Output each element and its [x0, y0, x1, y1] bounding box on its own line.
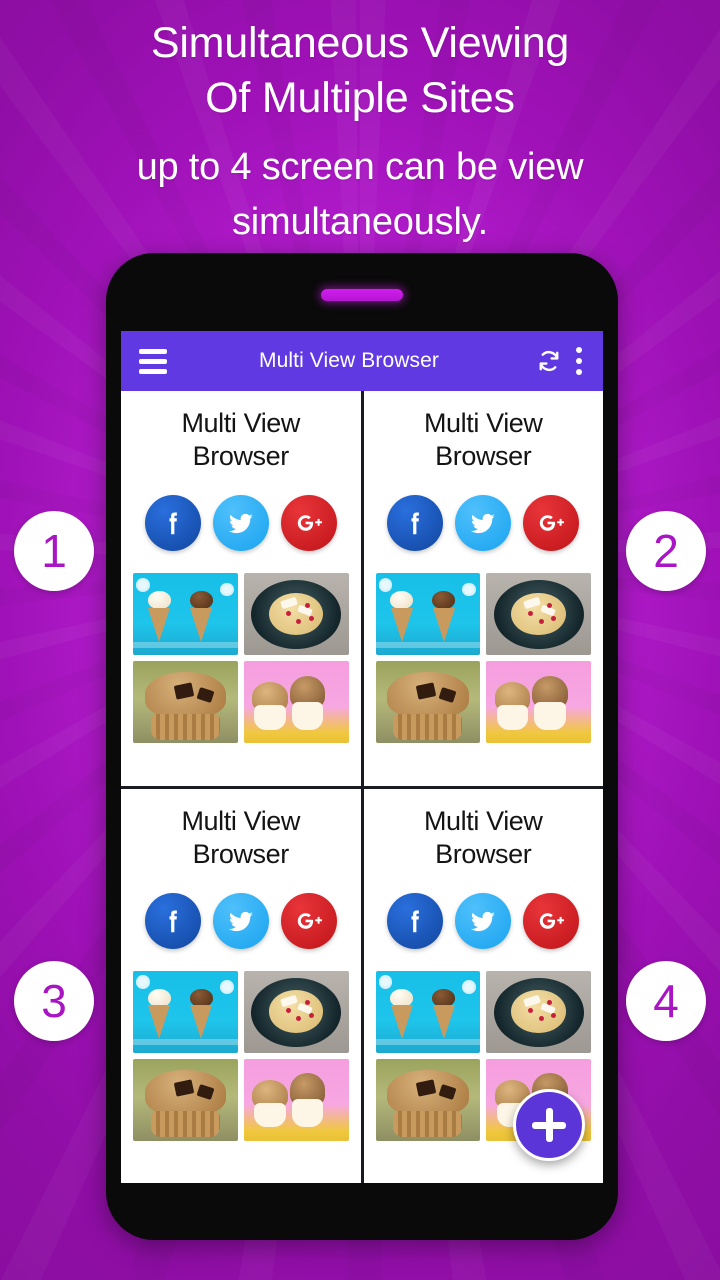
- twitter-icon[interactable]: [212, 892, 269, 949]
- google-plus-icon[interactable]: [523, 892, 580, 949]
- phone-top-bezel: [106, 253, 618, 331]
- promo-subheadline: up to 4 screen can be view simultaneousl…: [0, 140, 720, 250]
- facebook-icon[interactable]: [144, 892, 201, 949]
- thumbnail-grid-3: [133, 970, 349, 1141]
- twitter-icon[interactable]: [455, 892, 512, 949]
- thumbnail-chocolate-muffin[interactable]: [375, 1058, 481, 1141]
- panel-title-2: Multi View Browser: [376, 407, 592, 473]
- thumbnail-ice-cream-cones[interactable]: [375, 573, 481, 655]
- thumbnail-cupcakes[interactable]: [486, 661, 591, 743]
- twitter-icon[interactable]: [455, 495, 512, 551]
- headline-line-4: simultaneously.: [231, 201, 489, 243]
- thumbnail-ice-cream-cones[interactable]: [133, 970, 238, 1053]
- thumbnail-cupcakes[interactable]: [243, 661, 349, 743]
- panel-title-line-2: Browser: [192, 441, 290, 471]
- facebook-icon[interactable]: [387, 892, 444, 949]
- social-row-4: [376, 892, 592, 949]
- panel-title-line-1: Multi View: [423, 408, 543, 438]
- thumbnail-ice-cream-cones[interactable]: [133, 573, 238, 655]
- facebook-icon[interactable]: [387, 495, 444, 551]
- refresh-icon[interactable]: [531, 343, 567, 379]
- earpiece-speaker-icon: [321, 289, 403, 301]
- google-plus-icon[interactable]: [280, 495, 337, 551]
- thumbnail-grid-2: [375, 573, 591, 743]
- thumbnail-dessert-bowl[interactable]: [486, 573, 591, 655]
- headline-line-2: Of Multiple Sites: [205, 74, 515, 122]
- browser-panel-3[interactable]: Multi View Browser: [121, 788, 361, 1183]
- thumbnail-chocolate-muffin[interactable]: [133, 661, 238, 743]
- app-bar-title: Multi View Browser: [259, 349, 439, 372]
- panel-title-line-1: Multi View: [181, 805, 301, 836]
- panel-title-line-2: Browser: [435, 838, 532, 869]
- social-row-3: [133, 892, 349, 949]
- browser-panel-2[interactable]: Multi View Browser: [363, 391, 603, 786]
- panel-title-line-2: Browser: [435, 441, 532, 471]
- thumbnail-grid-1: [133, 573, 349, 743]
- thumbnail-chocolate-muffin[interactable]: [133, 1058, 238, 1141]
- browser-panel-1[interactable]: Multi View Browser: [121, 391, 361, 786]
- google-plus-icon[interactable]: [280, 892, 337, 949]
- phone-screen: Multi View Browser Multi View Browser Mu…: [121, 331, 603, 1183]
- twitter-icon[interactable]: [212, 495, 269, 551]
- app-bar: Multi View Browser: [121, 331, 603, 391]
- panel-title-3: Multi View Browser: [133, 805, 349, 871]
- google-plus-icon[interactable]: [523, 495, 580, 551]
- thumbnail-dessert-bowl[interactable]: [486, 970, 591, 1053]
- panel-title-line-2: Browser: [192, 838, 290, 869]
- thumbnail-ice-cream-cones[interactable]: [375, 970, 481, 1053]
- thumbnail-dessert-bowl[interactable]: [243, 970, 349, 1053]
- thumbnail-dessert-bowl[interactable]: [243, 573, 349, 655]
- screen-number-badge-2: 2: [626, 511, 706, 591]
- thumbnail-cupcakes[interactable]: [243, 1058, 349, 1141]
- screen-number-badge-3: 3: [14, 961, 94, 1041]
- multi-view-panel-grid: Multi View Browser Multi View Browser Mu…: [121, 391, 603, 1183]
- panel-title-1: Multi View Browser: [133, 407, 349, 473]
- headline-line-3: up to 4 screen can be view: [136, 146, 584, 188]
- overflow-menu-icon[interactable]: [567, 343, 591, 379]
- social-row-1: [133, 495, 349, 551]
- screen-number-badge-1: 1: [14, 511, 94, 591]
- headline-line-1: Simultaneous Viewing: [150, 19, 570, 67]
- add-view-fab[interactable]: [513, 1089, 585, 1161]
- social-row-2: [376, 495, 592, 551]
- panel-title-line-1: Multi View: [423, 805, 543, 836]
- phone-mockup: Multi View Browser Multi View Browser Mu…: [106, 253, 618, 1240]
- facebook-icon[interactable]: [144, 495, 201, 551]
- thumbnail-chocolate-muffin[interactable]: [375, 661, 481, 743]
- screen-number-badge-4: 4: [626, 961, 706, 1041]
- panel-title-line-1: Multi View: [181, 408, 301, 438]
- panel-title-4: Multi View Browser: [376, 805, 592, 871]
- promo-headline: Simultaneous Viewing Of Multiple Sites u…: [0, 0, 720, 250]
